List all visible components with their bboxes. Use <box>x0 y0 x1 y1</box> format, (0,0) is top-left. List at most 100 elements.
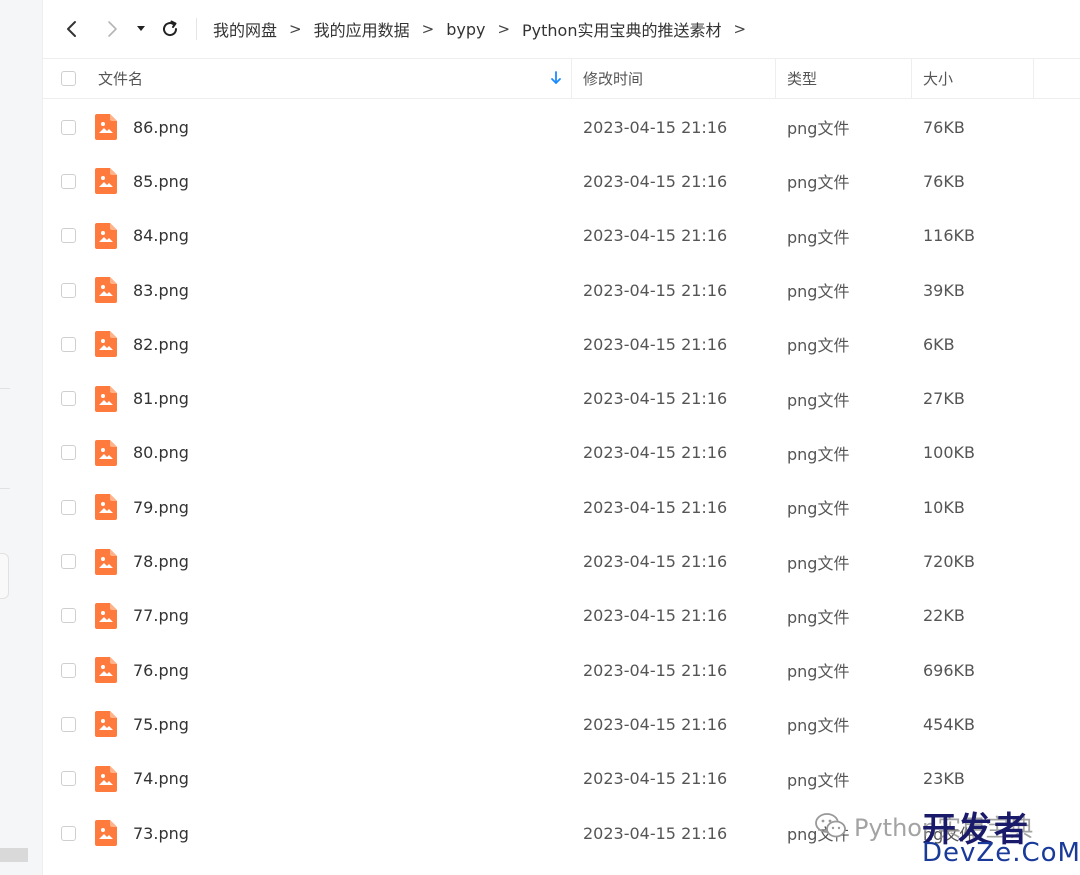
file-row-checkbox[interactable] <box>61 173 76 189</box>
column-header-size[interactable]: 大小 <box>923 58 953 98</box>
file-name[interactable]: 76.png <box>133 643 189 697</box>
file-row[interactable]: 84.png 2023-04-15 21:16 png文件 116KB <box>42 209 1080 263</box>
file-row-checkbox[interactable] <box>61 716 76 732</box>
file-modified-time: 2023-04-15 21:16 <box>583 389 728 409</box>
file-row[interactable]: 73.png 2023-04-15 21:16 png文件 ng文件 <box>42 806 1080 860</box>
file-name[interactable]: 79.png <box>133 480 189 534</box>
file-type-icon-cell <box>95 209 117 263</box>
file-name[interactable]: 77.png <box>133 589 189 643</box>
file-row-checkbox-cell <box>61 209 76 263</box>
file-row[interactable]: 85.png 2023-04-15 21:16 png文件 76KB <box>42 154 1080 208</box>
image-file-icon <box>95 439 117 466</box>
file-row[interactable]: 83.png 2023-04-15 21:16 png文件 39KB <box>42 263 1080 317</box>
file-row[interactable]: 77.png 2023-04-15 21:16 png文件 22KB <box>42 589 1080 643</box>
file-type-icon-cell <box>95 697 117 751</box>
file-row-checkbox[interactable] <box>61 119 76 135</box>
file-row[interactable]: 82.png 2023-04-15 21:16 png文件 6KB <box>42 317 1080 371</box>
file-name[interactable]: 73.png <box>133 806 189 860</box>
file-row[interactable]: 76.png 2023-04-15 21:16 png文件 696KB <box>42 643 1080 697</box>
file-name[interactable]: 83.png <box>133 263 189 317</box>
file-type-icon-cell <box>95 534 117 588</box>
file-row-checkbox-cell <box>61 643 76 697</box>
file-type-icon-cell <box>95 371 117 425</box>
file-row-checkbox[interactable] <box>61 282 76 298</box>
file-row-checkbox-cell <box>61 317 76 371</box>
breadcrumb-separator: > <box>733 20 747 38</box>
forward-button[interactable] <box>98 15 126 43</box>
file-row-checkbox[interactable] <box>61 391 76 407</box>
column-header-modified-label: 修改时间 <box>583 69 644 88</box>
file-name[interactable]: 84.png <box>133 209 189 263</box>
breadcrumb-item-my-drive[interactable]: 我的网盘 <box>213 17 277 41</box>
file-row-checkbox-cell <box>61 752 76 806</box>
navigation-bar: 我的网盘 > 我的应用数据 > bypy > Python实用宝典的推送素材 > <box>42 0 1080 59</box>
history-dropdown-button[interactable] <box>132 15 150 43</box>
file-type: png文件 <box>787 825 850 844</box>
file-row-checkbox[interactable] <box>61 771 76 787</box>
file-name[interactable]: 80.png <box>133 426 189 480</box>
file-row[interactable]: 80.png 2023-04-15 21:16 png文件 100KB <box>42 426 1080 480</box>
back-button[interactable] <box>58 15 86 43</box>
column-header-modified[interactable]: 修改时间 <box>583 58 643 98</box>
file-size: 720KB <box>923 552 976 572</box>
column-divider[interactable] <box>775 58 776 98</box>
column-header-name[interactable]: 文件名 <box>98 58 566 98</box>
file-row-checkbox[interactable] <box>61 662 76 678</box>
file-name[interactable]: 74.png <box>133 752 189 806</box>
refresh-icon <box>163 20 178 37</box>
file-row-checkbox[interactable] <box>61 499 76 515</box>
file-row-checkbox[interactable] <box>61 608 76 624</box>
file-row-checkbox-cell <box>61 154 76 208</box>
file-name[interactable]: 86.png <box>133 100 189 154</box>
file-row[interactable]: 79.png 2023-04-15 21:16 png文件 10KB <box>42 480 1080 534</box>
image-file-icon <box>95 820 117 846</box>
arrow-down-icon <box>551 71 561 84</box>
image-file-icon <box>95 222 117 249</box>
file-type-icon-cell <box>95 100 117 154</box>
breadcrumb-item-app-data[interactable]: 我的应用数据 <box>314 17 410 41</box>
file-size: 6KB <box>923 334 955 354</box>
file-row[interactable]: 75.png 2023-04-15 21:16 png文件 454KB <box>42 697 1080 751</box>
column-divider[interactable] <box>571 58 572 98</box>
file-modified-time: 2023-04-15 21:16 <box>583 280 728 300</box>
chevron-right-icon <box>108 21 117 37</box>
chevron-left-icon <box>67 21 76 37</box>
refresh-button[interactable] <box>156 15 184 43</box>
file-row-checkbox-cell <box>61 534 76 588</box>
file-type-icon-cell <box>95 154 117 208</box>
file-row-checkbox[interactable] <box>61 445 76 461</box>
image-file-icon <box>95 657 117 684</box>
column-header-type[interactable]: 类型 <box>787 58 817 98</box>
file-manager-window: 我的网盘 > 我的应用数据 > bypy > Python实用宝典的推送素材 >… <box>0 0 1080 875</box>
sidebar-collapse-handle[interactable] <box>0 553 9 599</box>
column-divider[interactable] <box>911 58 912 98</box>
file-name[interactable]: 78.png <box>133 534 189 588</box>
file-type: png文件 <box>787 227 850 247</box>
breadcrumb-item-current-folder[interactable]: Python实用宝典的推送素材 <box>522 17 721 41</box>
file-name[interactable]: 82.png <box>133 317 189 371</box>
file-row[interactable]: 86.png 2023-04-15 21:16 png文件 76KB <box>42 100 1080 154</box>
file-size: 696KB <box>923 660 976 680</box>
file-name[interactable]: 85.png <box>133 154 189 208</box>
file-row-checkbox-cell <box>61 371 76 425</box>
file-type: png文件 <box>787 336 850 356</box>
file-modified-time: 2023-04-15 21:16 <box>583 171 728 191</box>
file-row[interactable]: 74.png 2023-04-15 21:16 png文件 23KB <box>42 752 1080 806</box>
file-row-checkbox[interactable] <box>61 554 76 570</box>
file-row-checkbox[interactable] <box>61 228 76 244</box>
file-row-checkbox[interactable] <box>61 336 76 352</box>
column-divider[interactable] <box>1033 58 1034 98</box>
file-name[interactable]: 75.png <box>133 697 189 751</box>
breadcrumb-item-bypy[interactable]: bypy <box>446 20 485 39</box>
select-all-checkbox-cell <box>61 58 76 98</box>
file-name[interactable]: 81.png <box>133 371 189 425</box>
image-file-icon <box>95 168 117 195</box>
sort-indicator[interactable] <box>550 58 562 98</box>
file-type-icon-cell <box>95 752 117 806</box>
file-row-checkbox[interactable] <box>61 825 76 841</box>
file-type: png文件 <box>787 390 850 410</box>
file-row[interactable]: 81.png 2023-04-15 21:16 png文件 27KB <box>42 371 1080 425</box>
select-all-checkbox[interactable] <box>61 70 76 86</box>
file-row[interactable]: 78.png 2023-04-15 21:16 png文件 720KB <box>42 534 1080 588</box>
image-file-icon <box>95 711 117 738</box>
